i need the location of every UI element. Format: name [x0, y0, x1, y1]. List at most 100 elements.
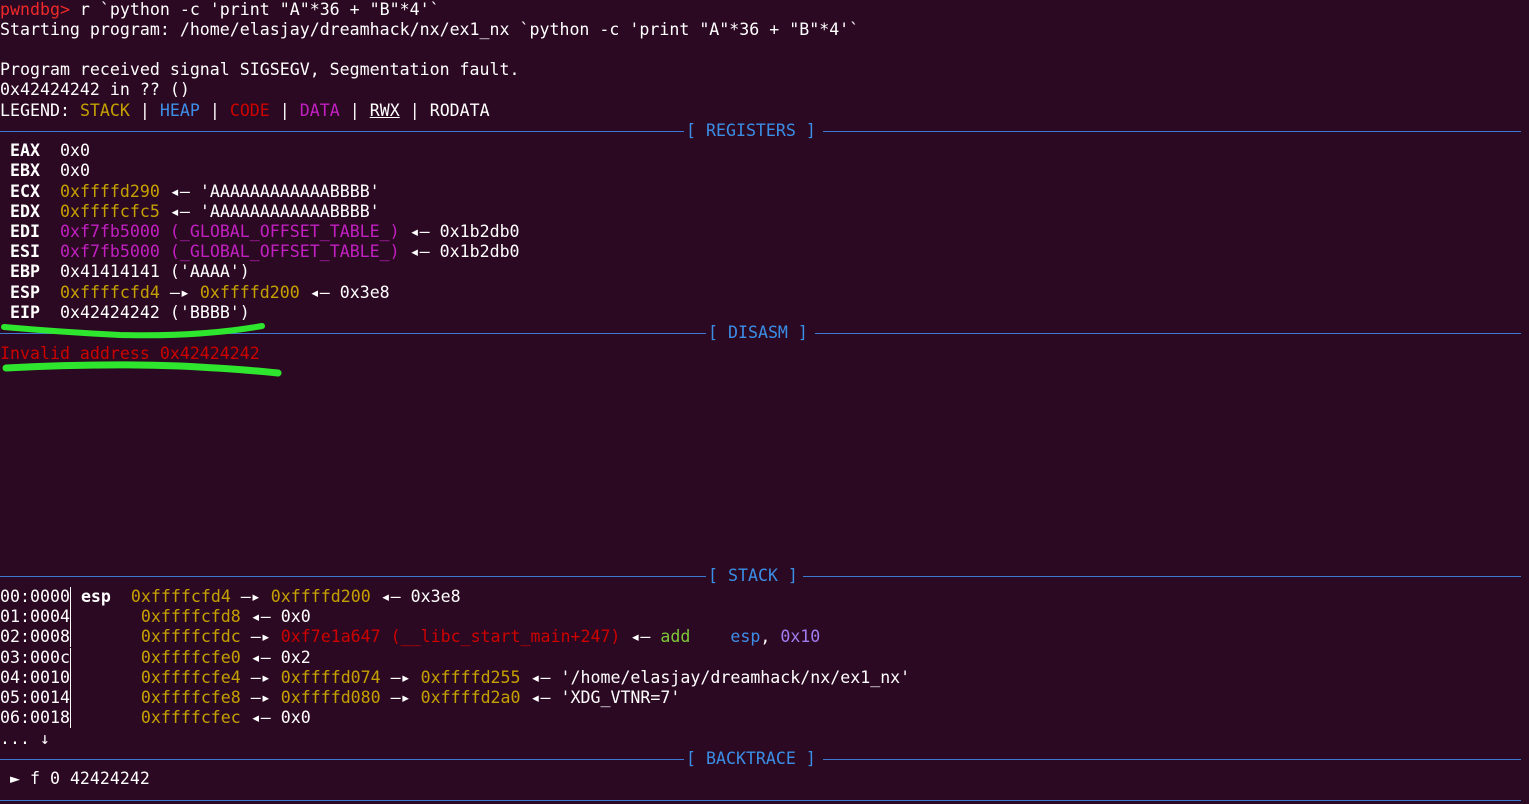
register-name: EAX — [10, 141, 40, 160]
stack-offset: 02:0008 — [0, 627, 71, 648]
register-name: EDX — [10, 202, 40, 221]
register-deref: ('AAAA') — [159, 262, 250, 281]
register-pointee: 0xffffd200 — [199, 283, 300, 302]
pointer-arrow: ◂— — [159, 202, 200, 221]
crash-location-line: 0x42424242 in ?? () — [0, 80, 190, 99]
legend-stack: STACK — [79, 101, 130, 120]
legend-separator: | — [399, 101, 430, 120]
legend-code: CODE — [229, 101, 270, 120]
register-row-ecx: ECX 0xffffd290 ◂— 'AAAAAAAAAAAABBBB' — [0, 182, 380, 202]
register-name: ESI — [10, 242, 40, 261]
register-value: 0xffffcfc5 — [59, 202, 160, 221]
legend-data: DATA — [299, 101, 340, 120]
pointer-arrow: ◂— — [399, 222, 440, 241]
pointer-arrow: —▸ — [230, 587, 271, 606]
registers-title: [ REGISTERS ] — [686, 121, 816, 140]
register-row-ebx: EBX 0x0 — [0, 161, 90, 181]
pointer-arrow: ◂— — [159, 182, 200, 201]
pointer-arrow: ◂— — [520, 668, 561, 687]
stack-title: [ STACK ] — [708, 566, 798, 585]
pointer-arrow: —▸ — [159, 283, 200, 302]
stack-register: esp — [80, 587, 111, 606]
stack-value: 0x0 — [280, 607, 311, 626]
legend-line: LEGEND: STACK | HEAP | CODE | DATA | RWX… — [0, 101, 490, 121]
starting-program-line: Starting program: /home/elasjay/dreamhac… — [0, 20, 860, 39]
stack-rule-right — [803, 576, 1521, 577]
stack-rule-left — [0, 576, 706, 577]
pointer-arrow: ◂— — [370, 587, 411, 606]
stack-row: 06:0018 0xffffcfec ◂— 0x0 — [0, 708, 311, 729]
pointer-arrow: ◂— — [299, 283, 340, 302]
terminal-window[interactable]: pwndbg> r `python -c 'print "A"*36 + "B"… — [0, 0, 1529, 804]
register-value: 0x42424242 — [59, 303, 160, 322]
stack-instruction-immediate: 0x10 — [780, 627, 821, 646]
register-value: 0xf7fb5000 — [59, 222, 160, 241]
register-deref: 'AAAAAAAAAAAABBBB' — [199, 182, 380, 201]
stack-pointee: 0xffffd074 — [280, 668, 381, 687]
legend-separator: | — [269, 101, 300, 120]
pointer-arrow: —▸ — [380, 688, 421, 707]
stack-offset: 04:0010 — [0, 668, 71, 689]
register-name: ECX — [10, 182, 40, 201]
backtrace-title: [ BACKTRACE ] — [686, 749, 816, 768]
signal-line: Program received signal SIGSEGV, Segment… — [0, 60, 520, 79]
register-deref: ('BBBB') — [159, 303, 250, 322]
register-value: 0xf7fb5000 — [59, 242, 160, 261]
backtrace-frame-text: f 0 42424242 — [29, 769, 150, 788]
stack-row: 02:0008 0xffffcfdc —▸ 0xf7e1a647 (__libc… — [0, 627, 821, 648]
pointer-arrow: —▸ — [240, 688, 281, 707]
register-name: ESP — [10, 283, 40, 302]
disasm-rule-right — [815, 333, 1521, 334]
legend-prefix: LEGEND: — [0, 101, 80, 120]
stack-offset: 06:0018 — [0, 708, 71, 729]
stack-address: 0xffffcfd8 — [140, 607, 241, 626]
stack-address: 0xffffcfdc — [140, 627, 241, 646]
register-value: 0x41414141 — [59, 262, 160, 281]
stack-value: 0x0 — [280, 708, 311, 727]
stack-address: 0xffffcfec — [140, 708, 241, 727]
stack-offset: 05:0014 — [0, 688, 71, 709]
invalid-address-underline — [2, 361, 282, 377]
register-deref: 0x3e8 — [339, 283, 390, 302]
stack-pointee: 0xffffd080 — [280, 688, 381, 707]
command-line: pwndbg> r `python -c 'print "A"*36 + "B"… — [0, 0, 440, 20]
stack-value: 'XDG_VTNR=7' — [560, 688, 681, 707]
stack-row: 04:0010 0xffffcfe4 —▸ 0xffffd074 —▸ 0xff… — [0, 668, 911, 689]
register-name: EBP — [10, 262, 40, 281]
register-value: 0x0 — [59, 161, 90, 180]
pointer-arrow: ◂— — [620, 627, 661, 646]
stack-pointee: 0xffffd2a0 — [420, 688, 521, 707]
disasm-title: [ DISASM ] — [708, 323, 808, 342]
pointer-arrow: —▸ — [240, 668, 281, 687]
command-text: r `python -c 'print "A"*36 + "B"*4'` — [69, 0, 440, 19]
register-row-esp: ESP 0xffffcfd4 —▸ 0xffffd200 ◂— 0x3e8 — [0, 283, 390, 303]
stack-offset: 03:000c — [0, 648, 71, 669]
stack-value: 0x2 — [280, 648, 311, 667]
register-deref: 'AAAAAAAAAAAABBBB' — [199, 202, 380, 221]
stack-address: 0xffffcfd4 — [130, 587, 231, 606]
stack-pointee: 0xf7e1a647 — [280, 627, 381, 646]
pointer-arrow: ◂— — [240, 648, 281, 667]
stack-value: '/home/elasjay/dreamhack/nx/ex1_nx' — [560, 668, 911, 687]
register-row-ebp: EBP 0x41414141 ('AAAA') — [0, 262, 250, 282]
registers-rule-right — [823, 131, 1521, 132]
pointer-arrow: ◂— — [240, 607, 281, 626]
stack-instruction: add — [660, 627, 691, 646]
stack-row: 01:0004 0xffffcfd8 ◂— 0x0 — [0, 607, 311, 628]
legend-separator: | — [199, 101, 230, 120]
register-row-esi: ESI 0xf7fb5000 (_GLOBAL_OFFSET_TABLE_) ◂… — [0, 242, 520, 262]
stack-address: 0xffffcfe8 — [140, 688, 241, 707]
pointer-arrow: —▸ — [380, 668, 421, 687]
legend-rodata: RODATA — [429, 101, 490, 120]
bottom-rule — [0, 790, 1521, 804]
stack-address: 0xffffcfe0 — [140, 648, 241, 667]
legend-separator: | — [129, 101, 160, 120]
backtrace-rule-left — [0, 759, 684, 760]
stack-offset: 01:0004 — [0, 607, 71, 628]
stack-more-indicator: ... ↓ — [0, 729, 50, 748]
disasm-error: Invalid address 0x42424242 — [0, 344, 260, 363]
register-deref: 0x1b2db0 — [439, 242, 520, 261]
legend-separator: | — [339, 101, 370, 120]
stack-instruction-operand: esp — [730, 627, 761, 646]
bottom-rule-line — [0, 800, 1521, 801]
